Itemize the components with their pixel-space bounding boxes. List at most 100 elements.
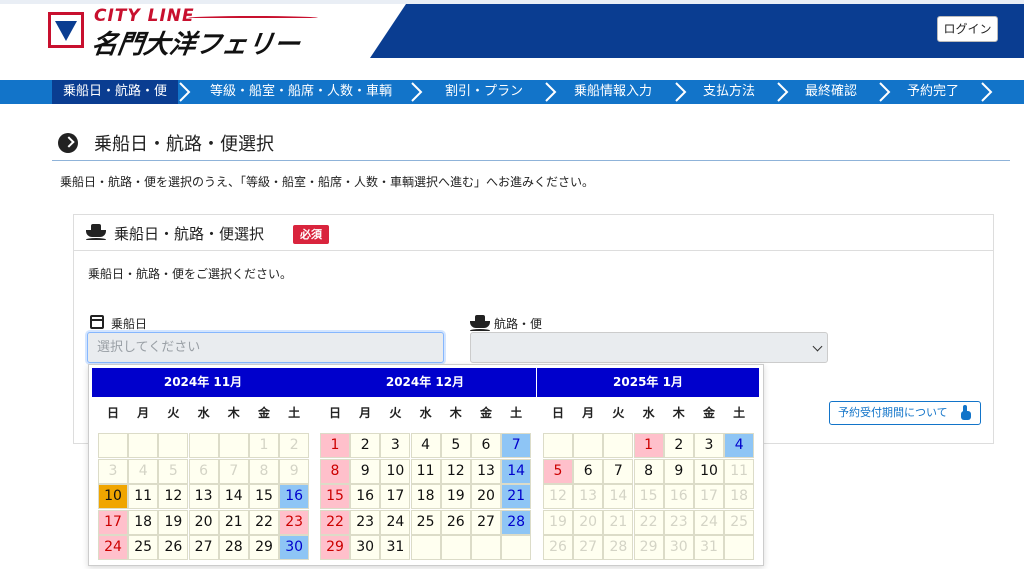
calendar-day: 11 (724, 458, 755, 484)
calendar-weekday: 土 (288, 406, 301, 420)
route-select[interactable] (470, 332, 828, 363)
calendar-day[interactable]: 16 (279, 484, 310, 509)
step-chevron-icon (674, 82, 688, 102)
calendar-day[interactable]: 15 (320, 484, 350, 509)
calendar-day[interactable]: 12 (158, 484, 189, 509)
calendar-empty-cell (501, 535, 532, 560)
calendar-day[interactable]: 2 (663, 433, 694, 458)
calendar-day[interactable]: 17 (98, 509, 128, 535)
calendar-day[interactable]: 14 (501, 458, 532, 484)
calendar-day[interactable]: 4 (410, 433, 441, 458)
calendar-day[interactable]: 26 (440, 509, 471, 535)
calendar-day[interactable]: 23 (279, 509, 310, 535)
calendar-day[interactable]: 10 (98, 484, 128, 509)
calendar-day[interactable]: 13 (471, 458, 501, 484)
calendar-day[interactable]: 31 (380, 535, 411, 560)
calendar-day[interactable]: 21 (218, 509, 249, 535)
calendar-day[interactable]: 11 (128, 484, 159, 509)
calendar-icon (90, 315, 104, 329)
calendar-day[interactable]: 7 (603, 458, 634, 484)
calendar-day[interactable]: 21 (501, 484, 532, 509)
calendar-day[interactable]: 8 (320, 458, 350, 484)
calendar-day[interactable]: 25 (128, 535, 159, 560)
calendar-day[interactable]: 2 (350, 433, 381, 458)
calendar-weekday: 日 (106, 406, 119, 420)
calendar-day[interactable]: 3 (694, 433, 724, 458)
calendar-day[interactable]: 23 (350, 509, 381, 535)
calendar-weekday: 日 (328, 406, 341, 420)
calendar-day[interactable]: 30 (350, 535, 381, 560)
calendar-day[interactable]: 9 (663, 458, 694, 484)
calendar-day[interactable]: 30 (279, 535, 310, 560)
calendar-day[interactable]: 13 (188, 484, 219, 509)
site-logo[interactable]: CITY LINE 名門大洋フェリー (48, 6, 368, 60)
calendar-day[interactable]: 19 (158, 509, 189, 535)
calendar-day[interactable]: 3 (380, 433, 411, 458)
calendar-day: 18 (724, 484, 755, 509)
calendar-month: 2024年 12月日月火水木金土 1 2 3 4 5 6 7 8 9 10 11 12 13 14 15 16 1… (314, 368, 536, 562)
calendar-day[interactable]: 9 (350, 458, 381, 484)
calendar-weekday: 水 (419, 406, 432, 420)
calendar-day[interactable]: 6 (471, 433, 501, 458)
booking-period-button[interactable]: 予約受付期間について (829, 401, 981, 425)
calendar-day[interactable]: 15 (249, 484, 279, 509)
calendar-day[interactable]: 25 (410, 509, 441, 535)
calendar-day[interactable]: 18 (410, 484, 441, 509)
calendar-day: 26 (543, 535, 573, 560)
calendar-weekday: 火 (612, 406, 625, 420)
calendar-day: 8 (249, 458, 279, 484)
calendar-day[interactable]: 1 (320, 433, 350, 458)
calendar-day[interactable]: 28 (501, 509, 532, 535)
calendar-day[interactable]: 11 (410, 458, 441, 484)
calendar-day[interactable]: 10 (380, 458, 411, 484)
calendar-day: 2 (279, 433, 310, 458)
calendar-day: 27 (573, 535, 604, 560)
calendar-day[interactable]: 14 (218, 484, 249, 509)
calendar-day[interactable]: 29 (249, 535, 279, 560)
header-blue-band (370, 4, 1024, 58)
calendar-day[interactable]: 28 (218, 535, 249, 560)
booking-period-label: 予約受付期間について (838, 406, 948, 419)
login-button[interactable]: ログイン (937, 16, 998, 42)
step-chevron-icon (776, 82, 790, 102)
calendar-day[interactable]: 6 (573, 458, 604, 484)
calendar-day: 12 (543, 484, 573, 509)
calendar-day[interactable]: 5 (543, 458, 573, 484)
calendar-empty-cell (98, 433, 128, 458)
calendar-day[interactable]: 7 (501, 433, 532, 458)
calendar-day: 16 (663, 484, 694, 509)
step-7: 予約完了 (906, 84, 959, 99)
calendar-weekday: 月 (137, 406, 150, 420)
calendar-day[interactable]: 20 (471, 484, 501, 509)
calendar-day[interactable]: 29 (320, 535, 350, 560)
calendar-day[interactable]: 27 (471, 509, 501, 535)
calendar-day: 22 (633, 509, 664, 535)
calendar-month-title: 2025年 1月 (537, 368, 759, 397)
calendar-day[interactable]: 8 (633, 458, 664, 484)
calendar-day[interactable]: 20 (188, 509, 219, 535)
calendar-day[interactable]: 18 (128, 509, 159, 535)
date-label: 乗船日 (111, 317, 148, 331)
calendar-day[interactable]: 5 (440, 433, 471, 458)
calendar-day[interactable]: 16 (350, 484, 381, 509)
calendar-day[interactable]: 26 (158, 535, 189, 560)
calendar-day[interactable]: 22 (249, 509, 279, 535)
header-top-line (0, 0, 1024, 4)
calendar-empty-cell (440, 535, 471, 560)
calendar-day[interactable]: 17 (380, 484, 411, 509)
calendar-day[interactable]: 24 (380, 509, 411, 535)
calendar-day[interactable]: 12 (440, 458, 471, 484)
date-input[interactable]: 選択してください (87, 332, 444, 363)
logo-wave-icon (188, 16, 318, 20)
calendar-day[interactable]: 4 (724, 433, 755, 458)
page-intro-text: 乗船日・航路・便を選択のうえ、「等級・船室・船席・人数・車輌選択へ進む」へお進み… (60, 175, 595, 189)
calendar-day[interactable]: 10 (694, 458, 724, 484)
step-3: 割引・プラン (444, 84, 523, 99)
calendar-day[interactable]: 27 (188, 535, 219, 560)
step-chevron-icon (178, 82, 192, 102)
calendar-day[interactable]: 22 (320, 509, 350, 535)
calendar-day[interactable]: 1 (633, 433, 664, 458)
calendar-day: 30 (663, 535, 694, 560)
calendar-day[interactable]: 24 (98, 535, 128, 560)
calendar-day[interactable]: 19 (440, 484, 471, 509)
